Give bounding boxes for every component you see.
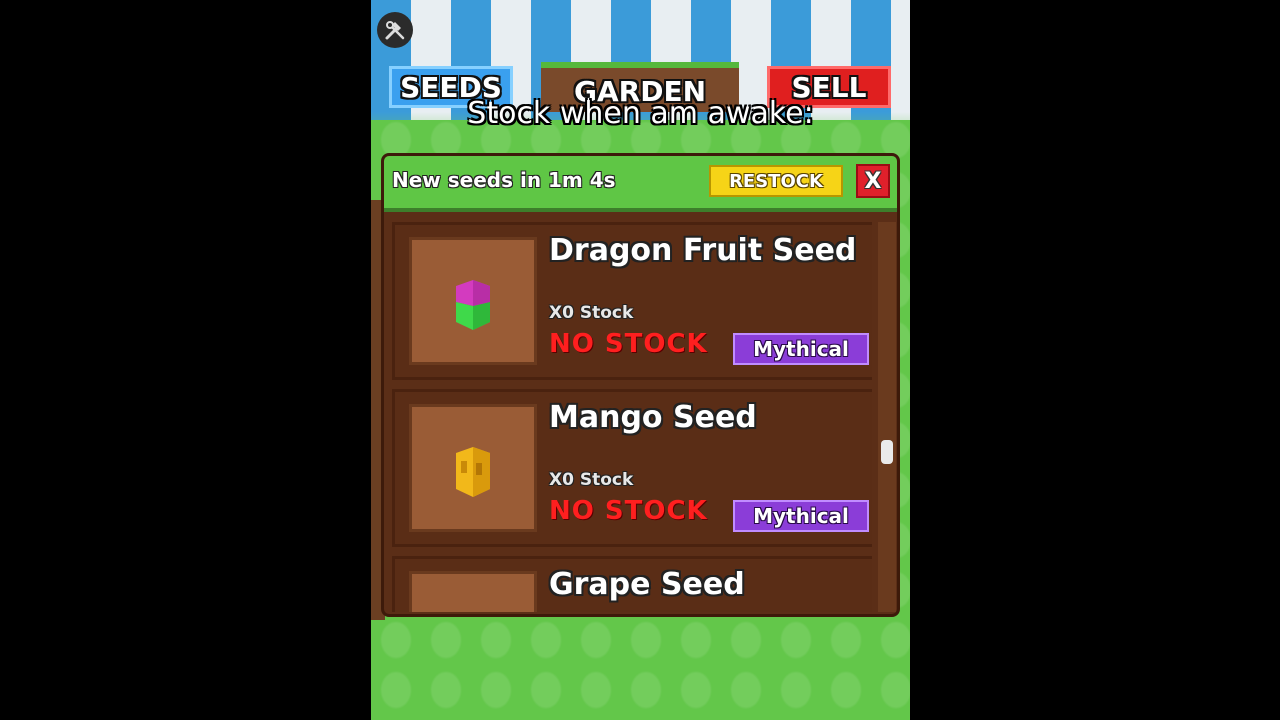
stock-status: NO STOCK bbox=[549, 496, 708, 526]
seed-thumbnail bbox=[409, 404, 537, 532]
list-item[interactable]: Grape Seed bbox=[392, 556, 872, 612]
restock-timer: New seeds in 1m 4s bbox=[392, 168, 616, 192]
scrollbar-thumb[interactable] bbox=[881, 440, 893, 464]
seed-name: Grape Seed bbox=[549, 567, 745, 602]
stock-count: X0 Stock bbox=[549, 303, 634, 323]
tools-icon[interactable] bbox=[377, 12, 413, 48]
dragon-fruit-seed-icon bbox=[456, 280, 490, 330]
seed-thumbnail bbox=[409, 237, 537, 365]
rarity-badge: Mythical bbox=[733, 500, 869, 532]
seed-name: Mango Seed bbox=[549, 400, 757, 435]
list-item[interactable]: Mango Seed X0 Stock NO STOCK Mythical bbox=[392, 389, 872, 547]
seed-shop-panel: New seeds in 1m 4s RESTOCK X Dragon Frui… bbox=[381, 153, 900, 617]
mango-seed-icon bbox=[456, 447, 490, 497]
game-viewport: SEEDS GARDEN SELL Stock when am awake: N… bbox=[371, 0, 910, 720]
list-item[interactable]: Dragon Fruit Seed X0 Stock NO STOCK Myth… bbox=[392, 222, 872, 380]
seed-thumbnail bbox=[409, 571, 537, 612]
rarity-badge: Mythical bbox=[733, 333, 869, 365]
restock-button[interactable]: RESTOCK bbox=[709, 165, 843, 197]
stock-status: NO STOCK bbox=[549, 329, 708, 359]
scrollbar[interactable] bbox=[878, 222, 896, 612]
close-button[interactable]: X bbox=[856, 164, 890, 198]
shop-header: New seeds in 1m 4s RESTOCK X bbox=[384, 156, 897, 212]
seed-name: Dragon Fruit Seed bbox=[549, 233, 857, 268]
hammer-wrench-icon bbox=[385, 21, 405, 40]
video-caption: Stock when am awake: bbox=[467, 96, 814, 131]
stock-count: X0 Stock bbox=[549, 470, 634, 490]
seed-list: Dragon Fruit Seed X0 Stock NO STOCK Myth… bbox=[392, 222, 872, 612]
